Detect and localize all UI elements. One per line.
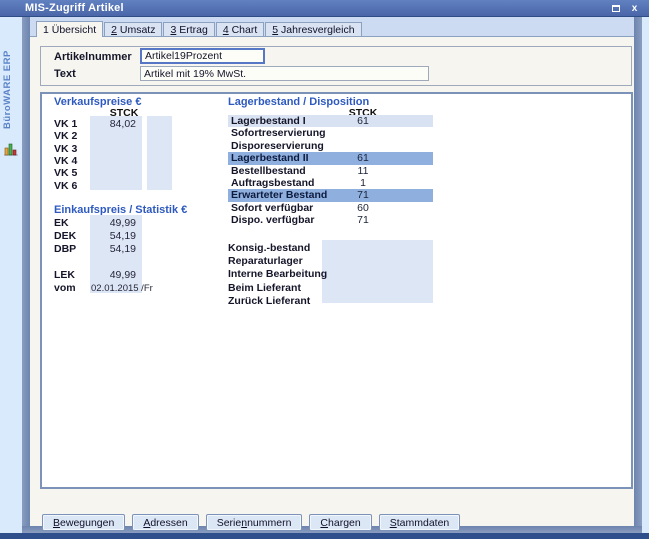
stock-row: Bestellbestand11 bbox=[228, 165, 433, 177]
purchase-row-label: EK bbox=[54, 217, 69, 229]
purchase-row-label: DBP bbox=[54, 243, 76, 255]
stock-row: Sofortreservierung bbox=[228, 127, 433, 139]
stock-extra-label: Beim Lieferant bbox=[228, 282, 301, 294]
purchase-row-value: 54,19 bbox=[90, 230, 136, 242]
tab-umsatz[interactable]: 2 Umsatz bbox=[104, 22, 162, 36]
sales-row-label: VK 4 bbox=[54, 155, 77, 167]
stock-extra-label: Zurück Lieferant bbox=[228, 295, 310, 307]
stock-row: Dispo. verfügbar71 bbox=[228, 214, 433, 226]
artikelnummer-label: Artikelnummer bbox=[54, 51, 132, 63]
sales-row-label: VK 5 bbox=[54, 167, 77, 179]
stammdaten-button[interactable]: Stammdaten bbox=[379, 514, 461, 531]
stock-row: Sofort verfügbar60 bbox=[228, 202, 433, 214]
sales-second-column bbox=[147, 116, 172, 190]
artikelnummer-input[interactable] bbox=[140, 48, 265, 64]
stock-extra-value-box bbox=[322, 240, 433, 303]
adressen-button[interactable]: Adressen bbox=[132, 514, 198, 531]
text-label: Text bbox=[54, 68, 76, 80]
sales-row-label: VK 2 bbox=[54, 130, 77, 142]
purchase-row-label: DEK bbox=[54, 230, 76, 242]
sales-row-label: VK 6 bbox=[54, 180, 77, 192]
purchase-row-label: vom bbox=[54, 282, 76, 294]
sales-row-label: VK 1 bbox=[54, 118, 77, 130]
purchase-date-value: 02.01.2015 /Fr bbox=[91, 283, 153, 294]
stock-extra-label: Interne Bearbeitung bbox=[228, 268, 327, 280]
app-window: MIS-Zugriff Artikel x BüroWARE ERP 1 Übe… bbox=[0, 0, 649, 539]
titlebar: MIS-Zugriff Artikel x bbox=[0, 0, 649, 17]
close-icon[interactable]: x bbox=[628, 2, 641, 15]
chargen-button[interactable]: Chargen bbox=[309, 514, 371, 531]
stock-extra-label: Konsig.-bestand bbox=[228, 242, 310, 254]
bewegungen-button[interactable]: Bewegungen bbox=[42, 514, 125, 531]
tab-uebersicht[interactable]: 1 Übersicht bbox=[36, 21, 103, 37]
purchase-row-label: LEK bbox=[54, 269, 75, 281]
purchase-row-value: 54,19 bbox=[90, 243, 136, 255]
stock-extra-label: Reparaturlager bbox=[228, 255, 303, 267]
text-input[interactable] bbox=[140, 66, 429, 81]
sales-row-label: VK 3 bbox=[54, 143, 77, 155]
restore-icon[interactable] bbox=[609, 2, 622, 15]
app-bottom-bar bbox=[0, 533, 649, 539]
stock-row: Erwarteter Bestand71 bbox=[228, 189, 433, 201]
statistics-chart-icon bbox=[3, 142, 19, 162]
tab-jahresvergleich[interactable]: 5 Jahresvergleich bbox=[265, 22, 361, 36]
tab-ertrag[interactable]: 3 Ertrag bbox=[163, 22, 214, 36]
window-title: MIS-Zugriff Artikel bbox=[25, 0, 124, 17]
button-bar: Bewegungen Adressen Seriennummern Charge… bbox=[42, 514, 460, 531]
stock-row: Disporeservierung bbox=[228, 140, 433, 152]
seriennummern-button[interactable]: Seriennummern bbox=[206, 514, 303, 531]
tab-chart[interactable]: 4 Chart bbox=[216, 22, 264, 36]
window-border-left bbox=[22, 17, 30, 533]
sales-row-value: 84,02 bbox=[90, 118, 136, 130]
stock-row: Lagerbestand I61 bbox=[228, 115, 433, 127]
app-skin-strip: BüroWARE ERP bbox=[0, 17, 22, 533]
stock-row: Lagerbestand II61 bbox=[228, 152, 433, 164]
purchase-row-value: 49,99 bbox=[90, 269, 136, 281]
brand-logo-text: BüroWARE ERP bbox=[2, 39, 13, 129]
tab-strip: 1 Übersicht 2 Umsatz 3 Ertrag 4 Chart 5 … bbox=[30, 21, 634, 37]
window-border-right bbox=[634, 17, 642, 533]
stock-row: Auftragsbestand1 bbox=[228, 177, 433, 189]
purchase-row-value: 49,99 bbox=[90, 217, 136, 229]
